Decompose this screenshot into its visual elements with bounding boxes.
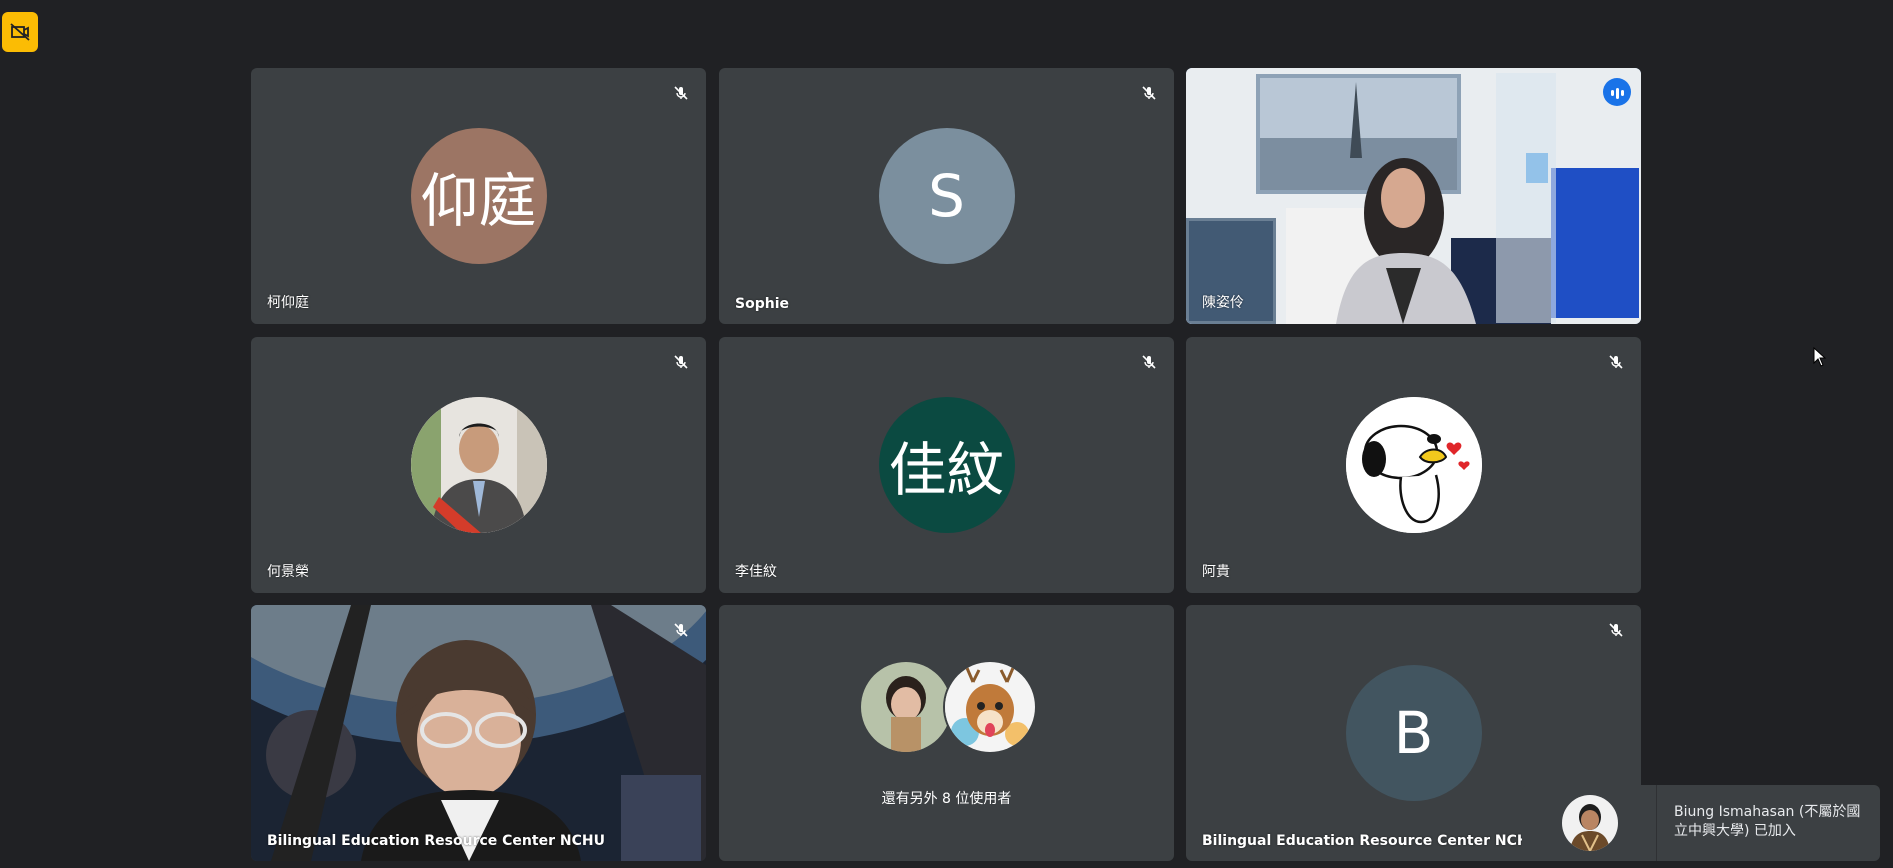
participant-tile[interactable]: 何景榮 [251, 337, 706, 593]
avatar-photo [410, 397, 547, 533]
join-notification-text: Biung Ismahasan (不屬於國立中興大學) 已加入 [1674, 804, 1861, 839]
participant-name: 陳姿伶 [1202, 295, 1244, 311]
speaking-indicator-icon [1603, 78, 1631, 106]
participant-name: Sophie [735, 296, 789, 312]
others-avatars [858, 660, 1037, 754]
video-feed [1186, 68, 1641, 324]
participant-tile[interactable]: 佳紋 李佳紋 [719, 337, 1174, 593]
join-notification[interactable]: Biung Ismahasan (不屬於國立中興大學) 已加入 [1522, 785, 1880, 861]
participant-tile-video[interactable]: 陳姿伶 [1186, 68, 1641, 324]
camera-off-icon [10, 23, 30, 41]
video-feed [251, 605, 706, 861]
participant-tile[interactable]: S Sophie [719, 68, 1174, 324]
avatar-photo [858, 660, 953, 754]
participant-name: 何景榮 [267, 564, 309, 580]
mic-off-icon [1138, 351, 1160, 373]
avatar: 仰庭 [410, 128, 547, 264]
participant-name: Bilingual Education Resource Center NCHU [1202, 833, 1540, 849]
mic-off-icon [670, 351, 692, 373]
avatar-cartoon-deer [942, 660, 1037, 754]
avatar-initials: 佳紋 [888, 436, 1005, 504]
mic-off-icon [1138, 82, 1160, 104]
participant-name: 李佳紋 [735, 564, 777, 580]
avatar: 佳紋 [878, 397, 1015, 533]
avatar: S [878, 128, 1015, 264]
participant-tile-video[interactable]: Bilingual Education Resource Center NCHU [251, 605, 706, 861]
participant-name: Bilingual Education Resource Center NCHU [267, 833, 605, 849]
participant-name: 柯仰庭 [267, 295, 309, 311]
mouse-cursor-icon [1813, 347, 1827, 367]
avatar-initials: S [928, 162, 965, 230]
avatar-initials: 仰庭 [420, 167, 537, 235]
avatar-photo [1562, 795, 1618, 851]
camera-off-badge[interactable] [2, 12, 38, 52]
avatar: B [1345, 665, 1482, 801]
participant-tile[interactable]: 阿貴 [1186, 337, 1641, 593]
mic-off-icon [670, 619, 692, 641]
participant-name: 阿貴 [1202, 564, 1230, 580]
others-tile[interactable]: 還有另外 8 位使用者 [719, 605, 1174, 861]
avatar-cartoon-dog [1345, 397, 1482, 533]
avatar-initials: B [1393, 699, 1434, 767]
mic-off-icon [1605, 351, 1627, 373]
participant-tile[interactable]: 仰庭 柯仰庭 [251, 68, 706, 324]
others-count-label: 還有另外 8 位使用者 [881, 791, 1012, 807]
divider [1656, 785, 1657, 861]
mic-off-icon [670, 82, 692, 104]
mic-off-icon [1605, 619, 1627, 641]
